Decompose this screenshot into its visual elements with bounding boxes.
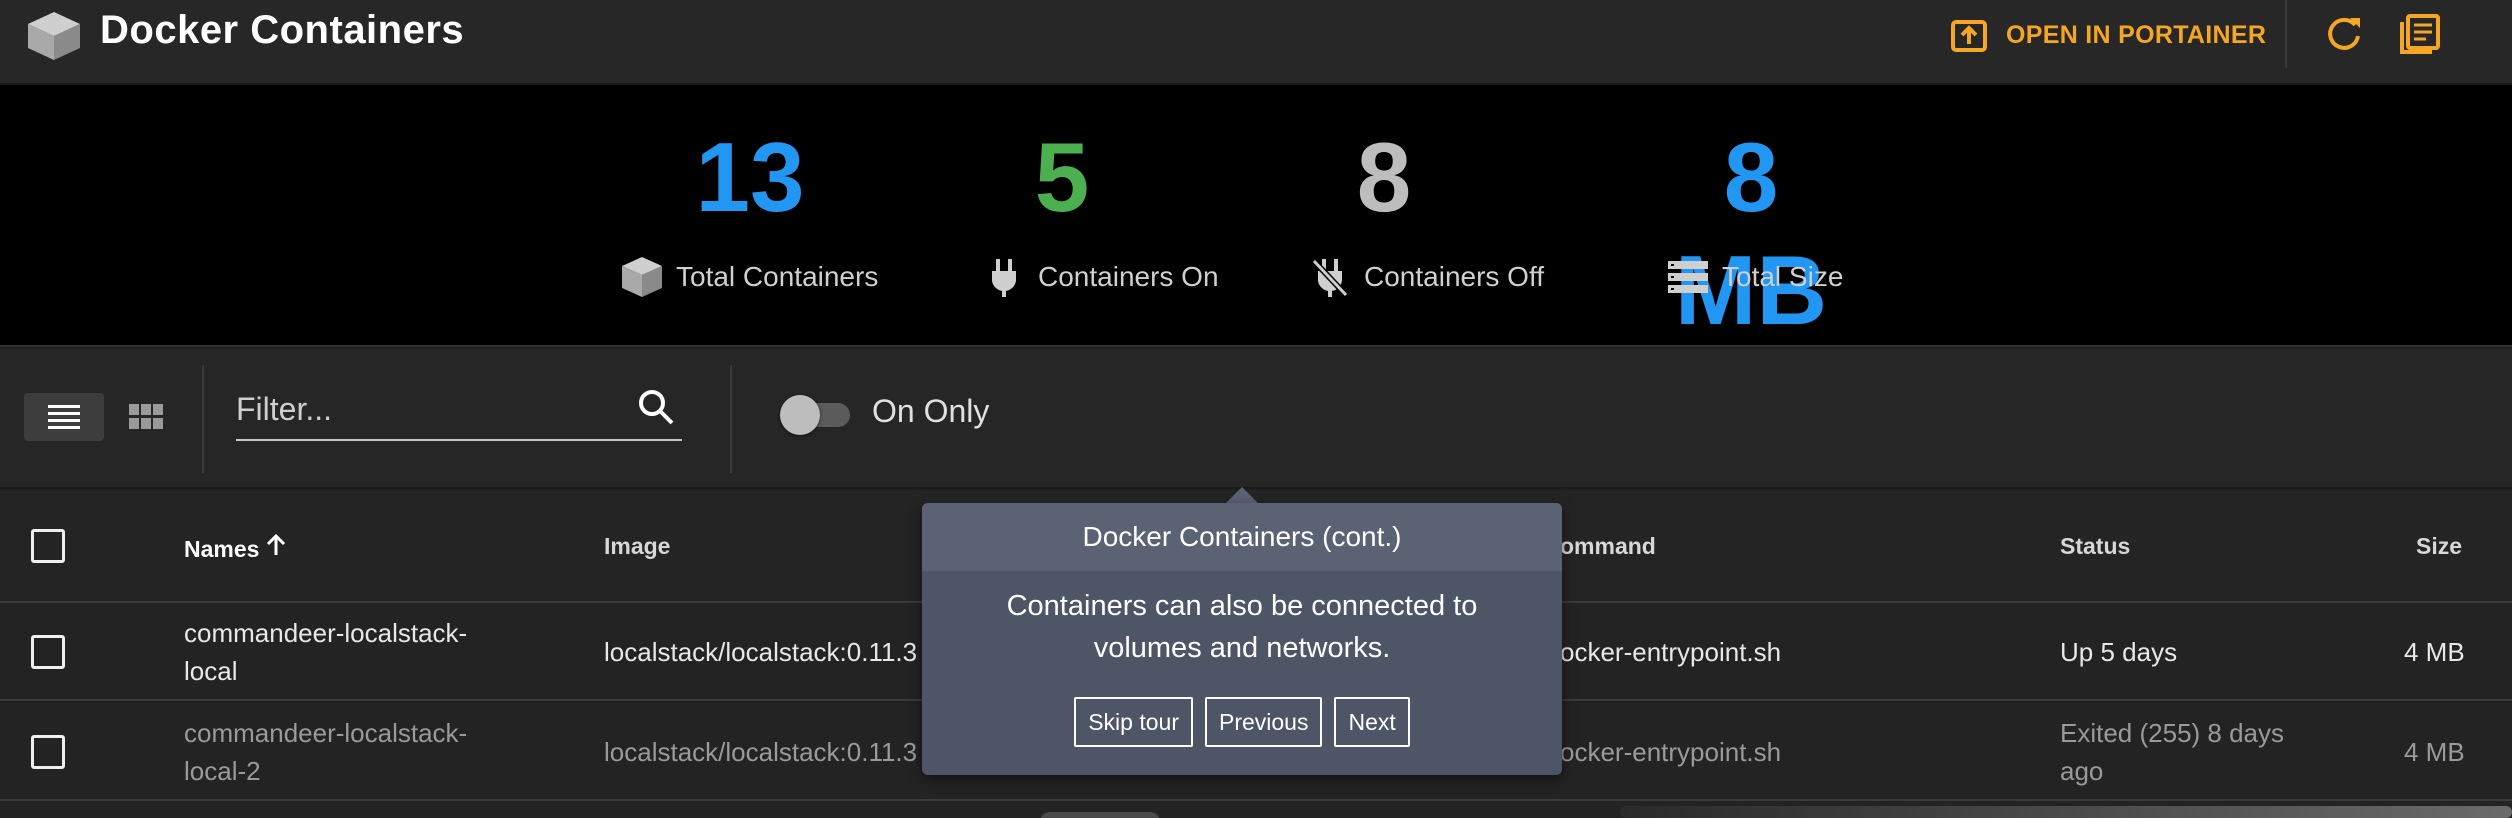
row-checkbox[interactable] [31,735,65,769]
plug-off-icon [1311,258,1349,298]
toolbar-divider [202,365,204,473]
grid-view-icon [129,404,163,429]
previous-button[interactable]: Previous [1204,697,1323,747]
container-image: localstack/localstack:0.11.3 [604,737,918,767]
on-only-toggle[interactable] [780,391,852,435]
column-header-names[interactable]: Names [184,533,287,563]
plug-icon [992,259,1016,297]
sort-ascending-icon [267,533,286,555]
column-header-image[interactable]: Image [604,533,670,560]
container-size: 4 MB [2404,637,2465,667]
column-header-size[interactable]: Size [2416,533,2462,560]
stat-containers-off: 8 Containers Off [1308,85,1548,347]
header-divider [2285,0,2287,68]
row-toggle-partial[interactable] [1040,812,1160,818]
skip-tour-button[interactable]: Skip tour [1074,697,1193,747]
refresh-icon[interactable] [2322,12,2366,56]
stat-total-containers: 13 Total Containers [620,85,880,347]
stat-value: 5 [1034,122,1090,232]
stat-containers-on: 5 Containers On [982,85,1222,347]
list-view-icon [48,405,80,429]
stat-label: Containers On [1038,261,1219,292]
tour-title: Docker Containers (cont.) [922,503,1562,571]
page-title: Docker Containers [100,8,465,52]
app-header: Docker Containers OPEN IN PORTAINER [0,0,2512,85]
filter-field [236,379,682,441]
stat-value: 8 MB [1674,122,1828,345]
container-status: Up 5 days [2060,637,2178,667]
select-all-checkbox[interactable] [31,529,65,563]
container-command: ocker-entrypoint.sh [1560,637,1782,667]
storage-icon [1668,261,1708,293]
search-icon[interactable] [636,387,676,427]
filter-input[interactable] [236,387,616,431]
stat-total-size: 8 MB Total Size [1636,85,1876,347]
toolbar-divider [730,365,732,473]
column-header-label: Names [184,536,260,562]
list-view-button[interactable] [24,393,104,441]
row-checkbox[interactable] [31,635,65,669]
column-header-command[interactable]: ommand [1560,533,1656,560]
cube-icon [622,257,662,297]
container-command: ocker-entrypoint.sh [1560,737,1782,767]
stat-label: Containers Off [1364,261,1545,292]
container-status-line: ago [2060,756,2104,786]
tour-pointer-arrow [1226,487,1258,503]
tour-buttons: Skip tour Previous Next [922,697,1562,747]
open-in-portainer-button[interactable]: OPEN IN PORTAINER [1950,12,2266,58]
container-name-line: local-2 [184,756,261,786]
container-status: Exited (255) 8 days ago [2060,714,2284,790]
open-in-portainer-label: OPEN IN PORTAINER [2006,20,2267,49]
tour-body: Containers can also be connected to volu… [1006,590,1478,664]
tour-popover: Docker Containers (cont.) Containers can… [922,503,1562,775]
container-name-line: local [184,656,238,686]
stat-label: Total Containers [676,261,879,292]
container-name-line: commandeer-localstack- [184,618,468,648]
stat-value: 13 [695,122,805,232]
container-name[interactable]: commandeer-localstack- local [184,614,467,690]
stat-label: Total Size [1722,261,1844,292]
horizontal-scrollbar[interactable] [1620,806,2512,818]
open-external-icon [1951,20,1987,52]
stats-panel: 13 Total Containers 5 Containers On 8 Co… [0,85,2512,347]
container-name-line: commandeer-localstack- [184,718,468,748]
docker-cube-icon [28,12,80,60]
column-header-status[interactable]: Status [2060,533,2130,560]
next-button[interactable]: Next [1334,697,1410,747]
container-size: 4 MB [2404,737,2465,767]
toggle-thumb [780,395,820,435]
container-name[interactable]: commandeer-localstack- local-2 [184,714,467,790]
on-only-label: On Only [872,393,990,429]
container-image: localstack/localstack:0.11.3 [604,637,918,667]
toolbar: On Only [0,349,2512,489]
logs-icon[interactable] [2398,12,2442,56]
container-status-line: Exited (255) 8 days [2060,718,2285,748]
grid-view-button[interactable] [126,399,166,435]
stat-value: 8 [1356,122,1412,232]
